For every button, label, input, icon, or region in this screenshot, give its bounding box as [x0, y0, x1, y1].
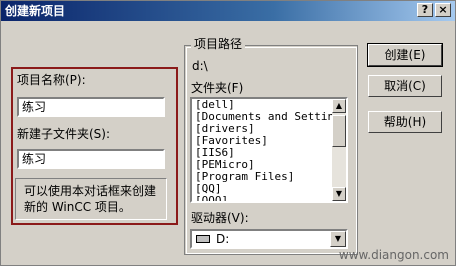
project-path-group-label: 项目路径 [191, 37, 246, 51]
info-panel: 可以使用本对话框来创建新的 WinCC 项目。 [15, 178, 167, 220]
drive-select[interactable]: D: ▼ [190, 229, 348, 249]
create-project-dialog: 创建新项目 ? × 项目名称(P): 练习 新建子文件夹(S): 练习 可以使用… [0, 0, 456, 266]
drive-icon [196, 235, 210, 243]
project-name-label: 项目名称(P): [17, 73, 86, 87]
cancel-button[interactable]: 取消(C) [368, 75, 442, 97]
subfolder-input[interactable]: 练习 [17, 149, 165, 169]
subfolder-label: 新建子文件夹(S): [17, 127, 111, 141]
folder-list-scrollbar[interactable]: ▲ ▼ [332, 99, 346, 201]
folder-label: 文件夹(F) [191, 81, 244, 95]
chevron-down-icon[interactable]: ▼ [330, 231, 346, 247]
create-button[interactable]: 创建(E) [367, 43, 443, 67]
project-name-input[interactable]: 练习 [17, 97, 165, 117]
folder-item[interactable]: [QQQ] [192, 195, 346, 202]
window-title: 创建新项目 [5, 4, 66, 18]
scroll-thumb[interactable] [332, 115, 346, 147]
help-button[interactable]: 帮助(H) [368, 111, 442, 133]
help-icon[interactable]: ? [417, 3, 433, 17]
drive-label: 驱动器(V): [191, 211, 249, 225]
current-path: d:\ [192, 59, 208, 73]
drive-value: D: [216, 232, 230, 246]
scroll-down-icon[interactable]: ▼ [332, 187, 346, 201]
info-text: 可以使用本对话框来创建新的 WinCC 项目。 [24, 184, 157, 214]
title-bar[interactable]: 创建新项目 ? × [1, 1, 455, 21]
scroll-up-icon[interactable]: ▲ [332, 99, 346, 113]
watermark: www.diangon.com [338, 248, 449, 262]
close-icon[interactable]: × [435, 3, 451, 17]
folder-list[interactable]: [dell] [Documents and Settings] [drivers… [190, 97, 348, 203]
